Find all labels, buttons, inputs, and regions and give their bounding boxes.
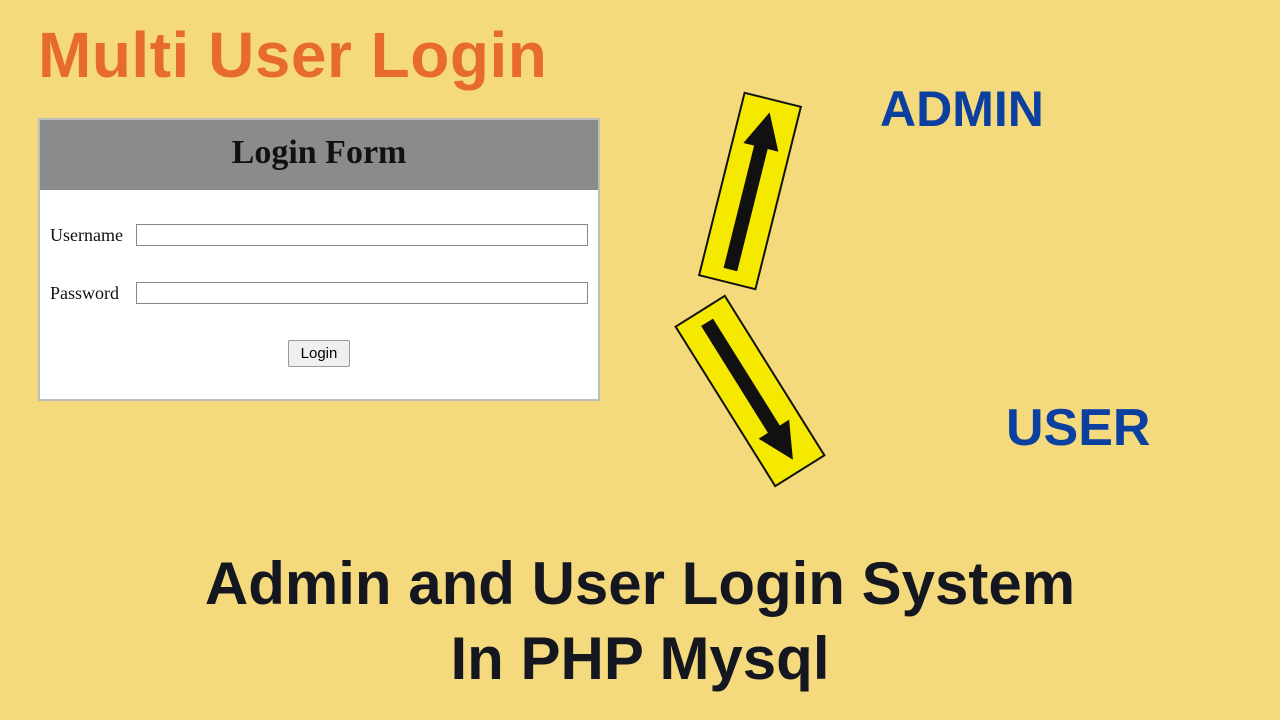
username-row: Username bbox=[50, 224, 588, 246]
page-title: Multi User Login bbox=[38, 18, 547, 92]
login-form-header: Login Form bbox=[40, 120, 598, 190]
user-label: USER bbox=[1006, 398, 1150, 458]
arrow-up-box bbox=[698, 92, 802, 291]
login-form-card: Login Form Username Password Login bbox=[38, 118, 600, 401]
login-form-heading: Login Form bbox=[40, 134, 598, 172]
bottom-caption: Admin and User Login System In PHP Mysql bbox=[0, 546, 1280, 696]
password-input[interactable] bbox=[136, 282, 588, 304]
arrow-up-icon bbox=[710, 104, 790, 279]
login-button[interactable]: Login bbox=[288, 340, 351, 367]
password-label: Password bbox=[50, 283, 130, 304]
caption-line-1: Admin and User Login System bbox=[0, 546, 1280, 621]
login-button-row: Login bbox=[50, 340, 588, 381]
password-row: Password bbox=[50, 282, 588, 304]
username-label: Username bbox=[50, 225, 130, 246]
login-form-body: Username Password Login bbox=[40, 190, 598, 399]
caption-line-2: In PHP Mysql bbox=[0, 621, 1280, 696]
username-input[interactable] bbox=[136, 224, 588, 246]
arrow-down-box bbox=[674, 295, 826, 488]
admin-label: ADMIN bbox=[880, 80, 1044, 138]
arrow-down-icon bbox=[688, 308, 812, 473]
